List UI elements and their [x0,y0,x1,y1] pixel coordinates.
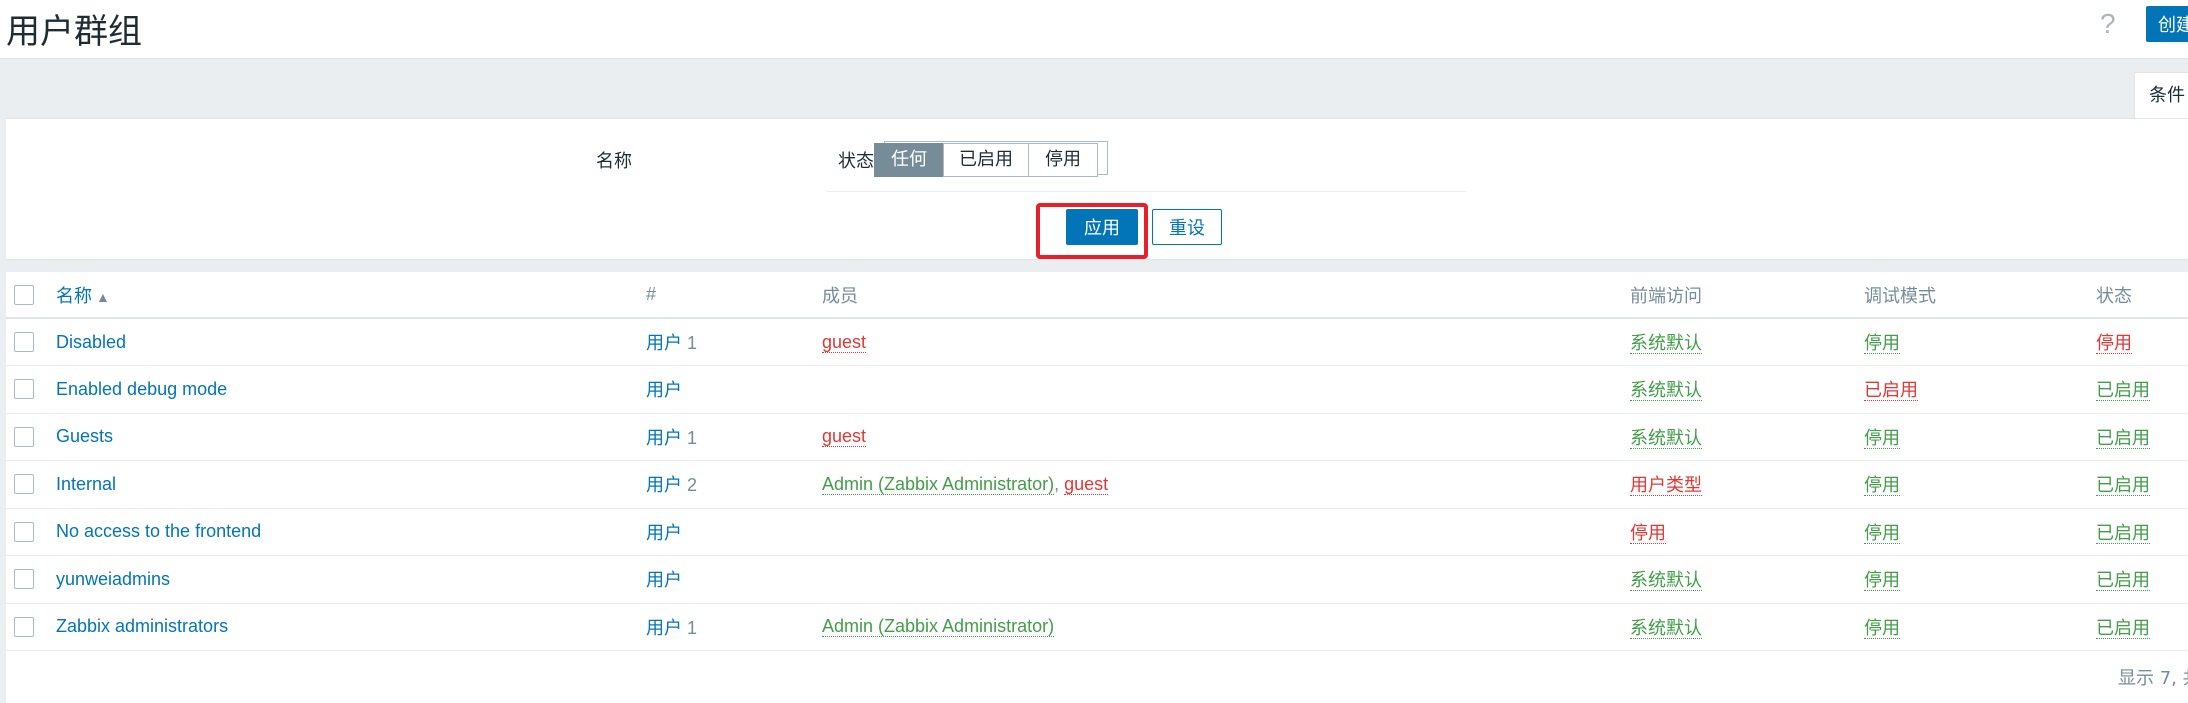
column-header-frontend-access: 前端访问 [1630,285,1702,306]
members-cell: guest [822,413,1630,461]
sort-ascending-icon: ▲ [96,288,110,305]
group-name-link[interactable]: yunweiadmins [56,569,170,589]
status-option-enabled[interactable]: 已启用 [943,143,1029,177]
help-icon[interactable]: ? [2100,8,2116,40]
frontend-access-toggle[interactable]: 用户类型 [1630,475,1702,497]
debug-mode-toggle[interactable]: 停用 [1864,522,1900,544]
row-checkbox[interactable] [14,474,34,495]
row-checkbox[interactable] [14,426,34,447]
member-link[interactable]: guest [1064,473,1109,495]
users-count: 1 [687,617,698,638]
row-checkbox[interactable] [14,521,34,542]
table-row: Enabled debug mode 用户 系统默认 已启用 已启用 [6,366,2188,414]
frontend-access-toggle[interactable]: 系统默认 [1630,617,1702,639]
debug-mode-toggle[interactable]: 停用 [1864,617,1900,639]
column-header-name[interactable]: 名称 ▲ [56,272,646,318]
status-filter-label: 状态 [838,151,874,172]
debug-mode-toggle[interactable]: 停用 [1864,427,1900,449]
row-checkbox[interactable] [14,379,34,400]
status-toggle[interactable]: 已启用 [2096,570,2150,592]
create-user-group-button[interactable]: 创建用户群组 [2146,6,2188,42]
table-row: Guests 用户 1 guest 系统默认 停用 已启用 [6,413,2188,461]
reset-button[interactable]: 重设 [1152,209,1222,245]
table-row: yunweiadmins 用户 系统默认 停用 已启用 [6,556,2188,604]
member-link[interactable]: guest [822,331,867,353]
debug-mode-toggle[interactable]: 停用 [1864,570,1900,592]
users-link[interactable]: 用户 [646,333,682,353]
status-toggle[interactable]: 已启用 [2096,617,2150,639]
frontend-access-toggle[interactable]: 系统默认 [1630,333,1702,354]
debug-mode-toggle[interactable]: 已启用 [1864,380,1918,402]
table-row: No access to the frontend 用户 停用 停用 已启用 [6,508,2188,556]
user-groups-table-container: 名称 ▲ # 成员 前端访问 调试模式 状态 Disabled 用户 1 guest 系… [6,272,2188,703]
frontend-access-toggle[interactable]: 系统默认 [1630,427,1702,449]
name-filter-label: 名称 [596,151,632,172]
status-toggle[interactable]: 已启用 [2096,427,2150,449]
status-toggle[interactable]: 已启用 [2096,475,2150,497]
apply-button[interactable]: 应用 [1066,209,1138,245]
users-count: 1 [687,333,698,353]
filter-tab[interactable]: 条件 [2134,72,2188,118]
status-option-any[interactable]: 任何 [874,143,944,177]
users-link[interactable]: 用户 [646,523,682,543]
table-row: Disabled 用户 1 guest 系统默认 停用 停用 [6,318,2188,366]
users-count: 2 [687,475,698,496]
column-header-members: 成员 [822,285,858,306]
filter-panel: 名称 状态 任何 已启用 停用 应用 重设 [6,118,2188,260]
group-name-link[interactable]: Internal [56,474,116,494]
table-header-row: 名称 ▲ # 成员 前端访问 调试模式 状态 [6,272,2188,318]
members-cell [822,556,1630,604]
group-name-link[interactable]: Enabled debug mode [56,379,227,399]
member-link[interactable]: Admin (Zabbix Administrator) [822,616,1055,638]
debug-mode-toggle[interactable]: 停用 [1864,333,1900,354]
frontend-access-toggle[interactable]: 系统默认 [1630,380,1702,402]
status-toggle[interactable]: 已启用 [2096,380,2150,402]
filter-divider [826,191,1466,192]
status-toggle[interactable]: 停用 [2096,333,2132,354]
select-all-checkbox[interactable] [14,284,34,305]
users-link[interactable]: 用户 [646,570,682,590]
group-name-link[interactable]: Guests [56,426,113,446]
frontend-access-toggle[interactable]: 系统默认 [1630,570,1702,592]
members-cell [822,366,1630,414]
table-stats: 显示 7, 共找到 7 [2118,668,2188,689]
users-link[interactable]: 用户 [646,475,682,495]
member-link[interactable]: guest [822,426,867,448]
column-header-debug-mode: 调试模式 [1864,285,1936,306]
member-separator: , [1054,473,1065,494]
row-checkbox[interactable] [14,332,34,352]
group-name-link[interactable]: No access to the frontend [56,521,261,541]
members-cell: guest [822,318,1630,366]
row-checkbox[interactable] [14,616,34,637]
users-link[interactable]: 用户 [646,428,682,448]
column-header-status: 状态 [2096,285,2132,306]
status-option-disabled[interactable]: 停用 [1028,143,1098,177]
table-row: Internal 用户 2 Admin (Zabbix Administrator)… [6,461,2188,509]
users-count: 1 [687,427,698,448]
members-cell [822,508,1630,556]
page-header: 用户群组 ? 创建用户群组 [0,0,2188,59]
row-checkbox[interactable] [14,569,34,590]
users-link[interactable]: 用户 [646,618,682,638]
member-link[interactable]: Admin (Zabbix Administrator) [822,473,1055,495]
table-row: Zabbix administrators 用户 1 Admin (Zabbix A… [6,603,2188,651]
group-name-link[interactable]: Zabbix administrators [56,616,228,636]
group-name-link[interactable]: Disabled [56,332,126,352]
frontend-access-toggle[interactable]: 停用 [1630,522,1666,544]
page-title: 用户群组 [6,12,142,52]
members-cell: Admin (Zabbix Administrator), guest [822,461,1630,509]
users-link[interactable]: 用户 [646,380,682,400]
members-cell: Admin (Zabbix Administrator) [822,603,1630,651]
debug-mode-toggle[interactable]: 停用 [1864,475,1900,497]
user-groups-table: 名称 ▲ # 成员 前端访问 调试模式 状态 Disabled 用户 1 guest 系… [6,272,2188,651]
column-header-count: # [646,284,657,304]
status-toggle[interactable]: 已启用 [2096,522,2150,544]
